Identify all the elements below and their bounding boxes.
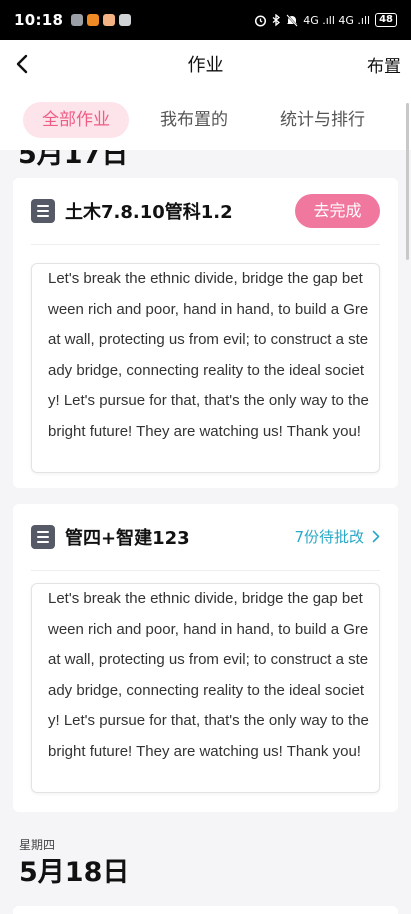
nav-bar: 作业 布置 <box>0 40 411 88</box>
signal-indicator: 4G .ıll 4G .ıll <box>303 13 371 27</box>
pending-review-label: 7份待批改 <box>294 528 364 546</box>
pending-review-link[interactable]: 7份待批改 <box>294 526 380 547</box>
assignment-title: 管四+智建123 <box>65 528 190 549</box>
status-indicators: 4G .ıll 4G .ıll 48 <box>254 13 397 27</box>
assignment-list[interactable]: 5月17日 土木7.8.10管科1.2 去完成 Let's break the … <box>0 150 411 914</box>
divider <box>31 244 380 245</box>
mute-icon <box>286 13 298 27</box>
video-app-icon <box>87 14 100 26</box>
alarm-icon <box>255 14 267 27</box>
tab-my-assigned[interactable]: 我布置的 <box>160 102 228 138</box>
gallery-app-icon <box>71 14 84 26</box>
tab-bar: 全部作业 我布置的 统计与排行 <box>0 88 411 150</box>
bluetooth-icon <box>272 13 281 26</box>
tab-all-assignments[interactable]: 全部作业 <box>23 102 129 138</box>
assignment-content: Let's break the ethnic divide, bridge th… <box>31 583 380 793</box>
page-title: 作业 <box>187 55 224 76</box>
assignment-card[interactable]: 土木7.8.10管科1.2 去完成 Let's break the ethnic… <box>13 178 398 488</box>
message-app-icon <box>119 14 132 26</box>
card-header: 管四+智建123 7份待批改 <box>31 504 380 570</box>
assignment-content: Let's break the ethnic divide, bridge th… <box>31 263 380 473</box>
scrollbar[interactable] <box>406 103 409 260</box>
assignment-title: 土木7.8.10管科1.2 <box>65 202 233 223</box>
chevron-right-icon <box>372 530 380 543</box>
assignment-content-text: Let's break the ethnic divide, bridge th… <box>48 270 369 440</box>
tab-stats-ranking[interactable]: 统计与排行 <box>280 102 365 138</box>
assignment-card-partial[interactable] <box>13 906 398 914</box>
complete-button[interactable]: 去完成 <box>295 194 380 228</box>
chevron-left-icon <box>16 54 28 74</box>
document-icon <box>31 525 55 549</box>
assignment-card[interactable]: 管四+智建123 7份待批改 Let's break the ethnic di… <box>13 504 398 812</box>
date-heading-partial: 5月17日 <box>18 150 129 170</box>
back-button[interactable] <box>8 50 36 78</box>
photo-app-icon <box>103 14 116 26</box>
date-heading: 5月18日 <box>19 857 130 888</box>
status-bar: 10:18 4G .ıll 4G .ıll 48 <box>0 0 411 40</box>
assignment-content-text: Let's break the ethnic divide, bridge th… <box>48 590 369 760</box>
status-time: 10:18 <box>14 11 64 29</box>
divider <box>31 570 380 571</box>
battery-icon: 48 <box>375 13 397 27</box>
status-app-icons <box>71 14 132 26</box>
document-icon <box>31 199 55 223</box>
card-header: 土木7.8.10管科1.2 去完成 <box>31 178 380 244</box>
assign-button[interactable]: 布置 <box>367 52 401 77</box>
